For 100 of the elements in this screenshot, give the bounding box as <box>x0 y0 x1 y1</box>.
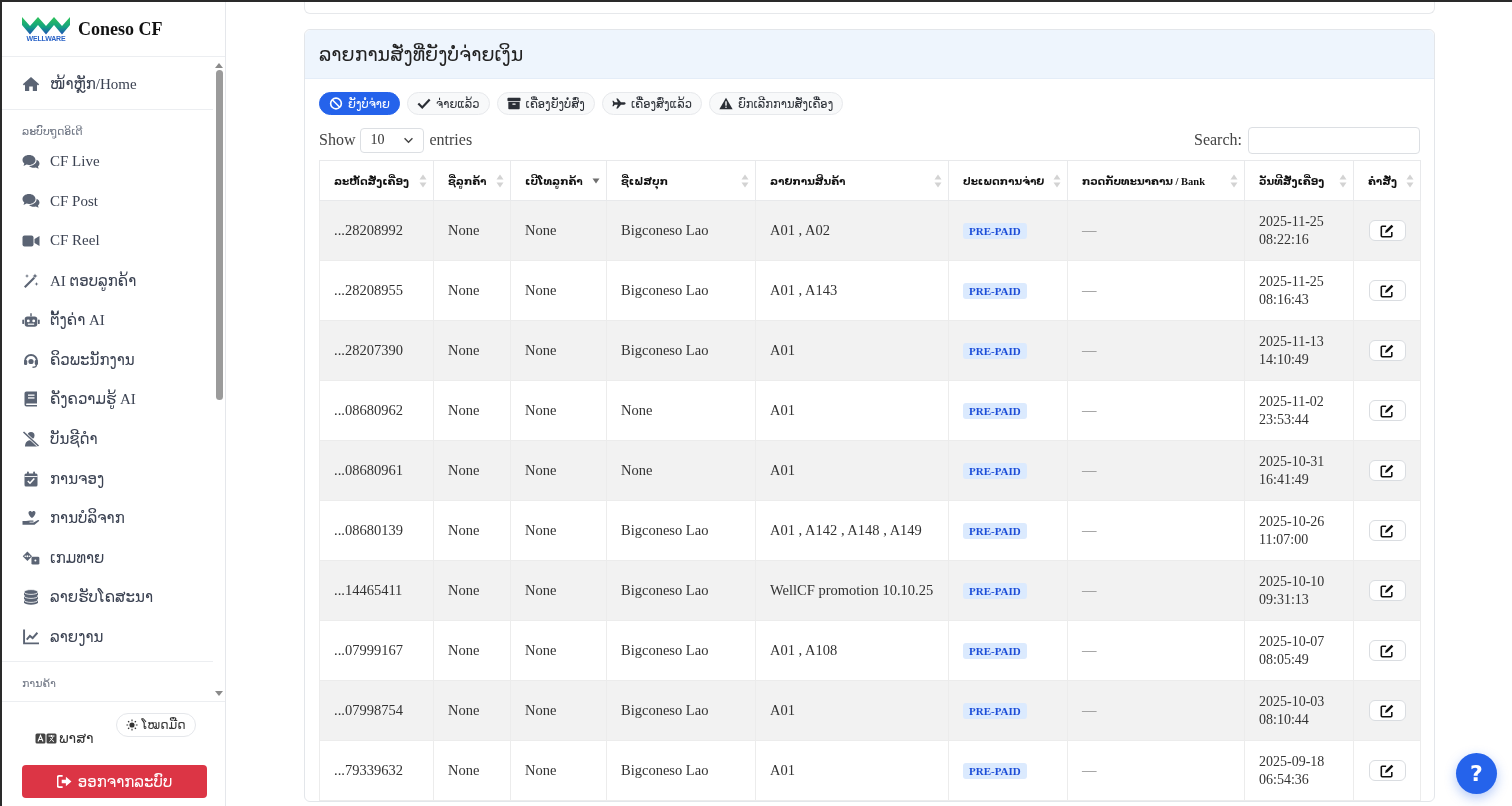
nav-item[interactable]: ລາຍງານ <box>2 617 213 657</box>
logout-button[interactable]: ອອກຈາກລະບົບ <box>22 765 207 798</box>
help-button[interactable]: ? <box>1456 753 1497 794</box>
edit-button[interactable] <box>1368 400 1406 421</box>
table-cell: None <box>433 380 511 441</box>
table-cell: None <box>510 380 607 441</box>
table-cell: A01 <box>755 440 949 501</box>
table-cell: None <box>606 440 756 501</box>
table-cell: None <box>433 260 511 321</box>
table-cell: A01 <box>755 680 949 741</box>
nav-item[interactable]: ການບໍລິຈາກ <box>2 498 213 538</box>
table-cell: None <box>433 680 511 741</box>
table-cell: 2025-10-03 08:10:44 <box>1244 680 1354 741</box>
table-cell: A01 , A143 <box>755 260 949 321</box>
nav-label: CF Live <box>50 153 100 171</box>
brand-name: Coneso CF <box>78 18 163 40</box>
table-cell: — <box>1067 500 1245 561</box>
edit-button[interactable] <box>1368 220 1406 241</box>
filter-tab[interactable]: ຍັງບໍ່ຈ່າຍ <box>319 92 400 115</box>
edit-icon <box>1380 703 1394 718</box>
nav-item[interactable]: ຕັ້ງຄ່າ AI <box>2 300 213 340</box>
house-icon <box>22 76 40 92</box>
filter-tab[interactable]: ຍົກເລີກການສັ່ງເຄື່ອງ <box>708 92 844 115</box>
column-header[interactable]: ຊື່ລູກຄ້າ <box>448 174 487 187</box>
column-header[interactable]: ວັນທີສັ່ງເຄື່ອງ <box>1259 174 1325 187</box>
nav-item[interactable]: ການຈອງ <box>2 458 213 499</box>
filter-tab[interactable]: ຈ່າຍແລ້ວ <box>406 92 490 115</box>
edit-button[interactable] <box>1368 760 1406 781</box>
nav-label: ການຈອງ <box>50 469 105 488</box>
edit-icon <box>1380 403 1394 418</box>
edit-button[interactable] <box>1368 340 1406 361</box>
section-title: ລະບົບຖູດອິເຕີ <box>21 124 84 140</box>
nav-item[interactable]: ລາຍຮັບໂຄສະນາ <box>2 577 213 618</box>
chat-bubbles-icon <box>22 193 40 210</box>
table-cell: None <box>606 380 756 441</box>
nav-item[interactable]: CF Post <box>2 181 213 222</box>
scrollbar-thumb[interactable] <box>215 70 223 400</box>
dice-icon <box>22 549 40 566</box>
table-cell: A01 , A02 <box>755 200 949 261</box>
table-cell: None <box>433 560 511 621</box>
payment-badge: PRE-PAID <box>963 703 1027 719</box>
nav-item[interactable]: CF Reel <box>2 221 213 261</box>
nav-item[interactable]: AI ຕອບລູກຄ້າ <box>2 260 213 301</box>
nav-label: CF Post <box>50 192 98 210</box>
table-cell: 2025-09-18 06:54:36 <box>1244 740 1354 801</box>
logo-icon <box>22 15 70 35</box>
edit-icon <box>1380 583 1394 598</box>
nav-label: ຄິວພະນັກງານ <box>50 350 135 369</box>
payment-badge: PRE-PAID <box>963 403 1027 419</box>
nav-item[interactable]: CF Live <box>2 142 213 182</box>
edit-icon <box>1380 343 1394 358</box>
edit-button[interactable] <box>1368 700 1406 721</box>
nav-item[interactable]: ເກມທາຍ <box>2 537 213 578</box>
table-cell: 2025-11-02 23:53:44 <box>1244 380 1354 441</box>
search-field[interactable] <box>1248 126 1420 154</box>
scroll-up-icon[interactable] <box>215 63 223 68</box>
hand-heart-icon <box>22 510 40 527</box>
table-cell: WellCF promotion 10.10.25 <box>755 560 949 621</box>
table-cell: Bigconeso Lao <box>606 740 756 801</box>
table-cell: ...79339632 <box>319 740 434 801</box>
filter-tab[interactable]: ເຄື່ອງຍັງບໍ່ສົ່ງ <box>496 92 595 115</box>
table-cell: — <box>1067 320 1245 381</box>
entries-label: entries <box>429 131 473 149</box>
edit-button[interactable] <box>1368 580 1406 601</box>
nav-item[interactable]: ໜ້າຫຼັກ/Home <box>2 63 213 105</box>
entries-select[interactable]: 10 <box>360 127 425 153</box>
edit-icon <box>1380 523 1394 538</box>
table-cell: ...07999167 <box>319 620 434 681</box>
edit-icon <box>1380 283 1394 298</box>
column-header[interactable]: ຄຳສັ່ງ <box>1368 174 1397 187</box>
table-cell: — <box>1067 380 1245 441</box>
calendar-check-icon <box>22 470 40 487</box>
nav-item[interactable]: ຄິວພະນັກງານ <box>2 339 213 380</box>
sort-down-icon[interactable] <box>592 177 600 184</box>
edit-button[interactable] <box>1368 520 1406 541</box>
table-cell: — <box>1067 620 1245 681</box>
airplane-icon <box>611 97 626 110</box>
edit-button[interactable] <box>1368 280 1406 301</box>
table-cell: None <box>433 620 511 681</box>
table-cell: None <box>510 320 607 381</box>
language-label[interactable]: ພາສາ <box>59 730 94 747</box>
column-header[interactable]: ລາຍການສິນຄ້າ <box>770 174 846 187</box>
payment-badge: PRE-PAID <box>963 643 1027 659</box>
nav-item[interactable]: ບັນຊີດຳ <box>2 419 213 459</box>
table-cell: None <box>510 500 607 561</box>
column-header[interactable]: ເບີໂທລູກຄ້າ <box>525 174 583 187</box>
coins-icon <box>22 589 40 606</box>
edit-button[interactable] <box>1368 460 1406 481</box>
edit-icon <box>1380 643 1394 658</box>
table-cell: None <box>433 200 511 261</box>
filter-tab[interactable]: ເຄື່ອງສົ່ງແລ້ວ <box>601 92 702 115</box>
dark-mode-button[interactable]: ໂໝດມືດ <box>115 713 196 737</box>
edit-icon <box>1380 223 1394 238</box>
person-slash-icon <box>22 430 40 447</box>
table-cell: Bigconeso Lao <box>606 320 756 381</box>
nav-item[interactable]: ຄັງຄວາມຮູ້ AI <box>2 379 213 420</box>
scroll-down-icon[interactable] <box>215 691 223 696</box>
table-cell: 2025-10-07 08:05:49 <box>1244 620 1354 681</box>
edit-button[interactable] <box>1368 640 1406 661</box>
magic-wand-icon <box>22 272 40 289</box>
